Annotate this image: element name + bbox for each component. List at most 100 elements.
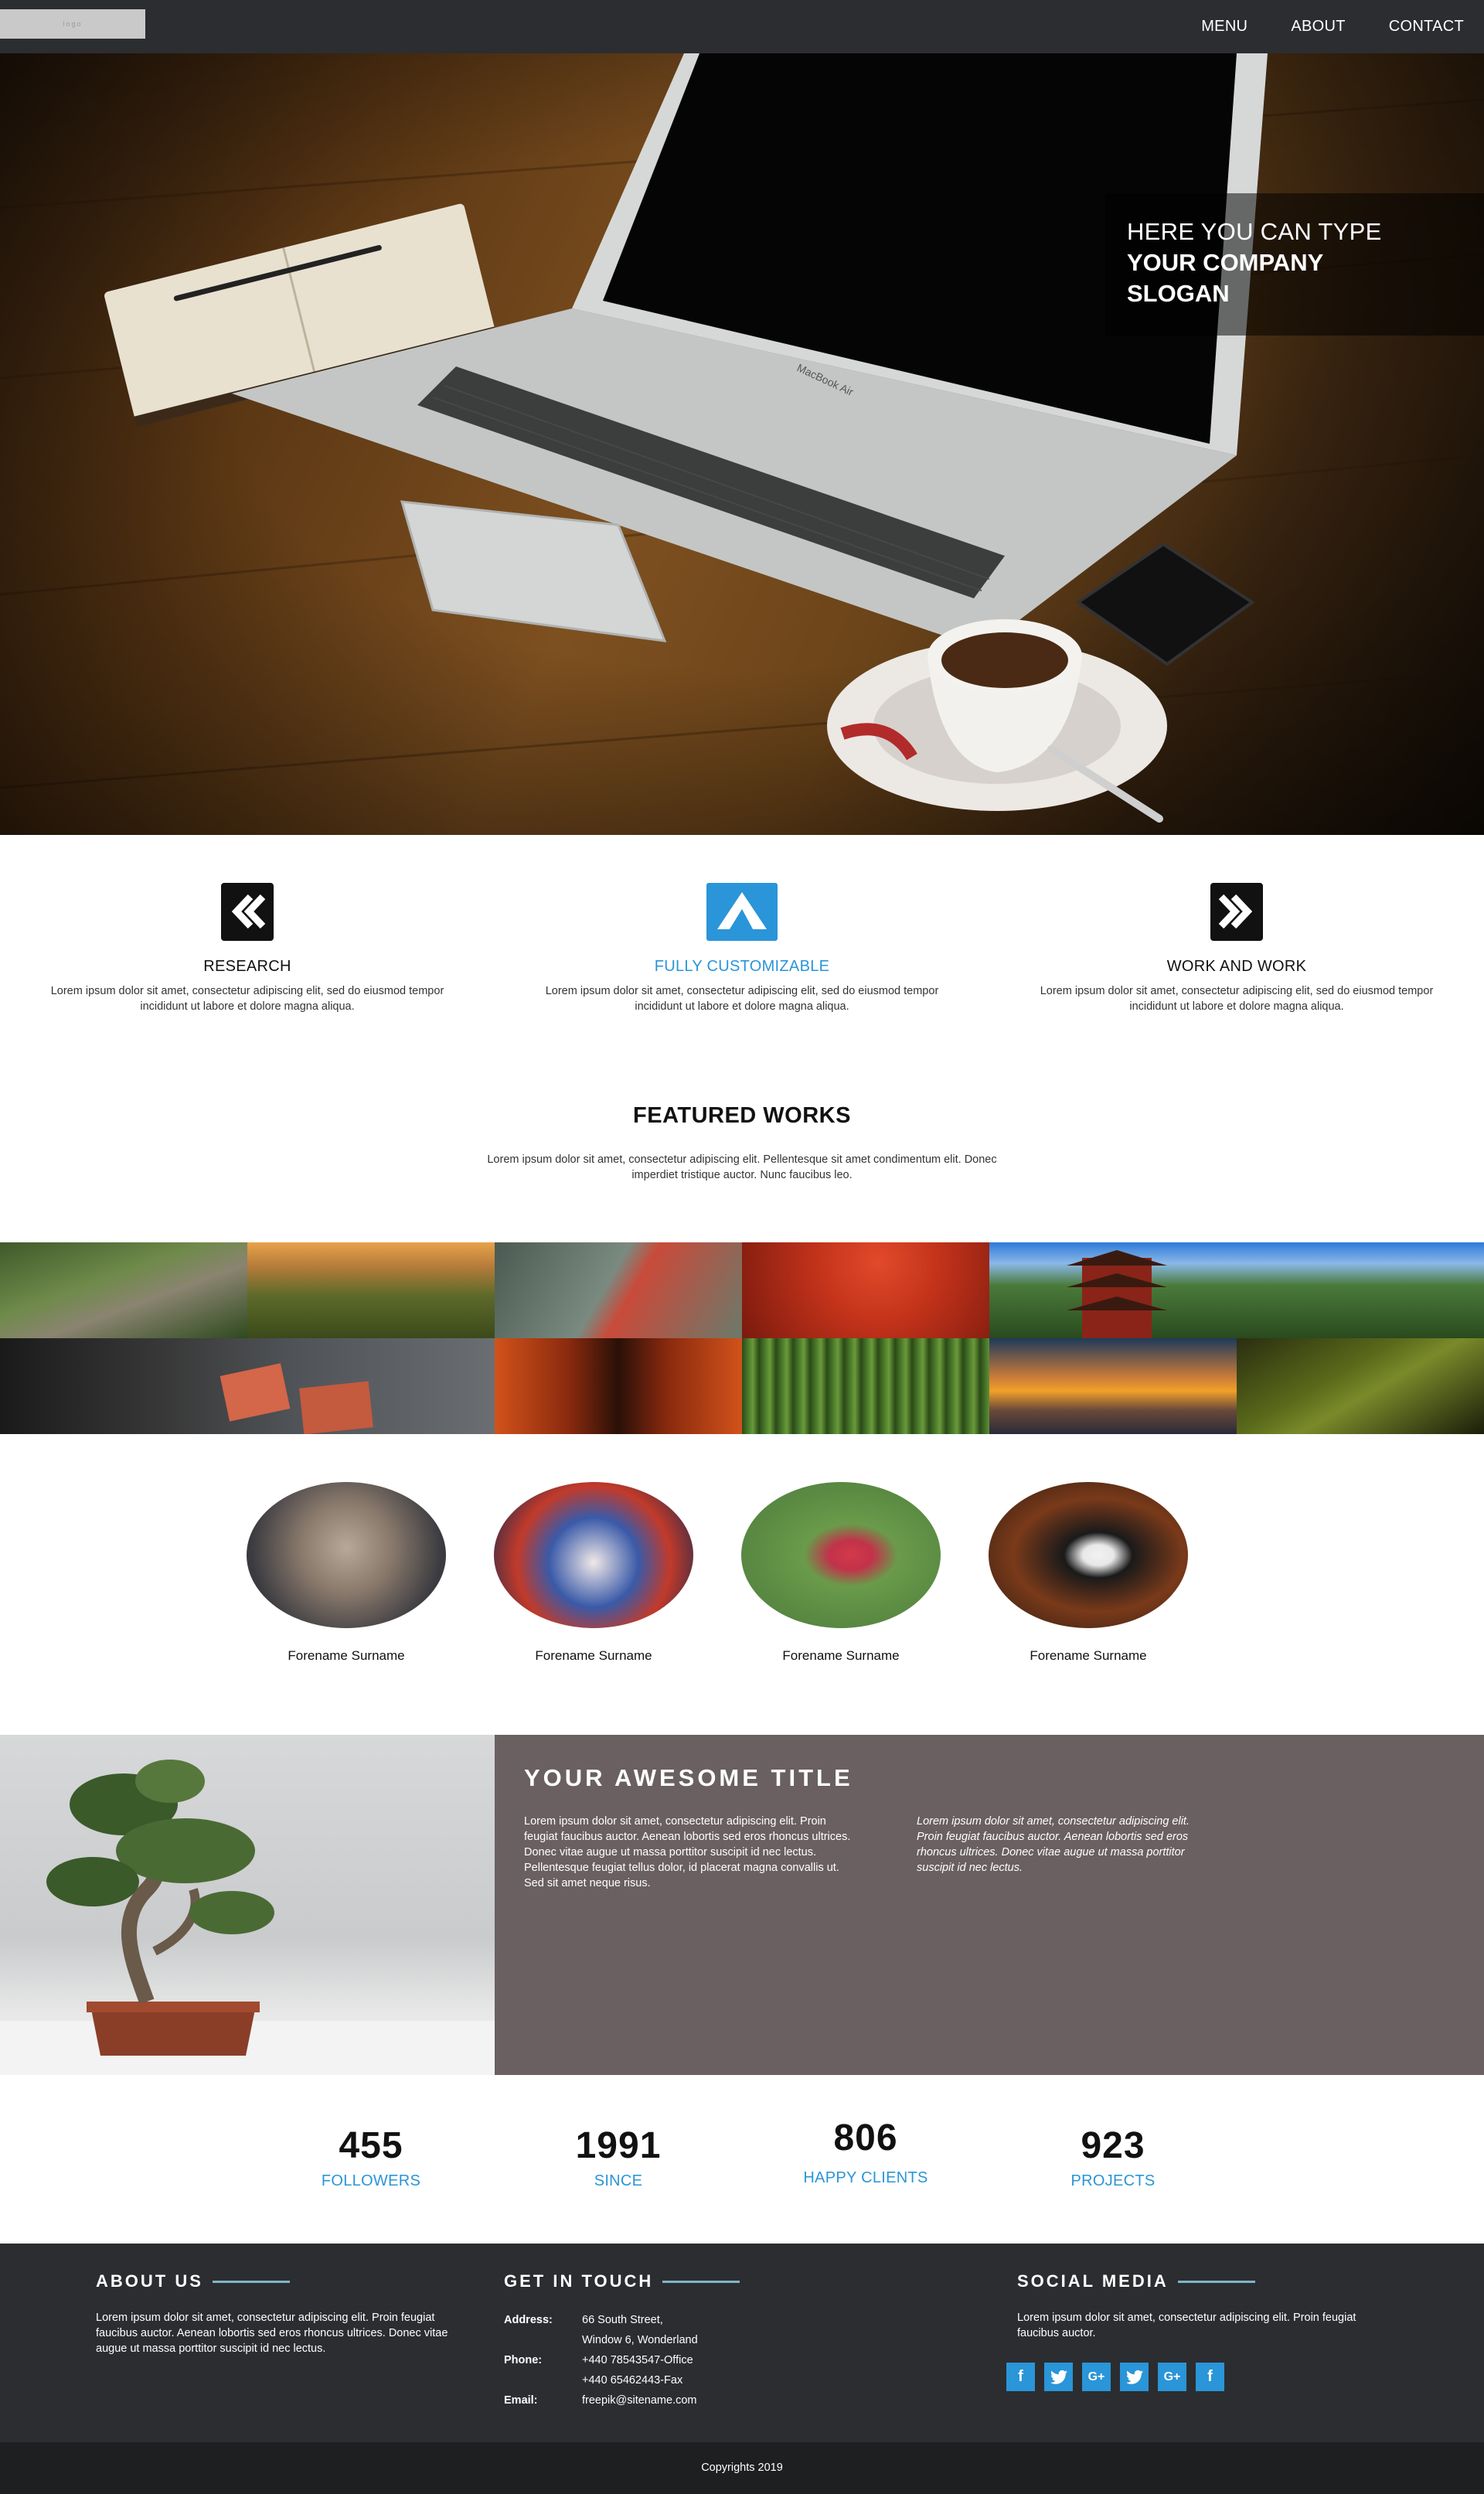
team-member: Forename Surname: [988, 1482, 1189, 1664]
twitter-icon[interactable]: [1120, 2363, 1149, 2391]
about-text-panel: YOUR AWESOME TITLE Lorem ipsum dolor sit…: [495, 1735, 1484, 2075]
nav-link-menu[interactable]: MENU: [1201, 18, 1247, 36]
email-link[interactable]: freepik@sitename.com: [582, 2390, 698, 2411]
copyright-bar: Copyrights 2019: [0, 2442, 1484, 2494]
email-label: Email:: [504, 2394, 538, 2407]
feature-title: FULLY CUSTOMIZABLE: [654, 958, 830, 975]
gallery-tile-stairs-forest[interactable]: [1237, 1338, 1484, 1434]
team-member: Forename Surname: [246, 1482, 447, 1664]
footer-about-text: Lorem ipsum dolor sit amet, consectetur …: [96, 2312, 448, 2355]
slogan-line-2: YOUR COMPANY: [1127, 249, 1324, 276]
top-navbar: logo MENU ABOUT CONTACT: [0, 0, 1484, 53]
facebook-icon[interactable]: f: [1006, 2363, 1035, 2391]
gallery-tile-forest-bridge[interactable]: [0, 1242, 247, 1338]
features-section: RESEARCH Lorem ipsum dolor sit amet, con…: [0, 835, 1484, 1067]
site-logo[interactable]: logo: [0, 9, 145, 39]
stat-label: HAPPY CLIENTS: [803, 2169, 928, 2186]
copyright-text: Copyrights 2019: [701, 2462, 783, 2474]
stat-since: 1991 SINCE: [495, 2123, 742, 2190]
title-underline: [662, 2280, 740, 2283]
phone-fax: +440 65462443-Fax: [582, 2374, 683, 2387]
title-underline: [1177, 2280, 1255, 2283]
address-line-1: 66 South Street,: [582, 2314, 663, 2326]
stat-value: 806: [833, 2118, 898, 2158]
footer-about: ABOUT US Lorem ipsum dolor sit amet, con…: [96, 2271, 467, 2356]
footer-about-title: ABOUT US: [96, 2271, 203, 2291]
phone-office[interactable]: +440 78543547-Office: [582, 2350, 698, 2370]
gallery-tile-bamboo[interactable]: [742, 1338, 989, 1434]
about-column-2: Lorem ipsum dolor sit amet, consectetur …: [917, 1815, 1190, 1874]
stat-value: 923: [1081, 2125, 1145, 2166]
facebook-icon[interactable]: f: [1196, 2363, 1224, 2391]
pagoda-shape: [1067, 1250, 1167, 1338]
avatar[interactable]: [989, 1482, 1188, 1628]
avatar[interactable]: [741, 1482, 941, 1628]
stat-followers: 455 FOLLOWERS: [247, 2123, 495, 2190]
double-chevron-right-icon: [1210, 883, 1263, 941]
stat-value: 455: [339, 2125, 403, 2166]
logo-text: logo: [63, 20, 83, 28]
member-name: Forename Surname: [1030, 1648, 1147, 1663]
gallery-tile-terraces[interactable]: [247, 1242, 495, 1338]
stat-happy-clients: 806 HAPPY CLIENTS: [742, 2115, 989, 2187]
nav-menu: MENU ABOUT CONTACT: [1201, 0, 1464, 53]
phone-label: Phone:: [504, 2354, 543, 2366]
google-plus-icon[interactable]: G+: [1082, 2363, 1111, 2391]
team-section: Forename Surname Forename Surname Forena…: [246, 1482, 1235, 1668]
bonsai-shape: [0, 1760, 495, 2075]
feature-research: RESEARCH Lorem ipsum dolor sit amet, con…: [15, 883, 479, 1014]
member-name: Forename Surname: [288, 1648, 405, 1663]
slogan-line-3: SLOGAN: [1127, 280, 1230, 307]
featured-works-title: FEATURED WORKS: [633, 1103, 851, 1128]
feature-title: WORK AND WORK: [1166, 958, 1307, 975]
gallery-tile-torii[interactable]: [495, 1338, 742, 1434]
about-column-1: Lorem ipsum dolor sit amet, consectetur …: [524, 1815, 851, 1889]
about-split-section: YOUR AWESOME TITLE Lorem ipsum dolor sit…: [0, 1735, 1484, 2075]
team-member: Forename Surname: [493, 1482, 694, 1664]
stat-value: 1991: [575, 2125, 662, 2166]
twitter-icon[interactable]: [1044, 2363, 1073, 2391]
contact-table: Address: 66 South Street, Window 6, Wonde…: [504, 2310, 698, 2411]
gallery-tile-pagoda[interactable]: [989, 1242, 1484, 1338]
footer-touch-title: GET IN TOUCH: [504, 2271, 654, 2291]
feature-title: RESEARCH: [203, 958, 291, 975]
feature-text: Lorem ipsum dolor sit amet, consectetur …: [50, 985, 444, 1013]
hero-slogan-box: HERE YOU CAN TYPE YOUR COMPANY SLOGAN: [1105, 193, 1484, 336]
about-title: YOUR AWESOME TITLE: [524, 1764, 853, 1791]
stat-label: FOLLOWERS: [321, 2172, 421, 2189]
gallery-tile-kimono-umbrella[interactable]: [495, 1242, 742, 1338]
footer: ABOUT US Lorem ipsum dolor sit amet, con…: [0, 2244, 1484, 2442]
hero-image: MacBook Air: [0, 53, 1484, 835]
footer-social-title: SOCIAL MEDIA: [1017, 2271, 1169, 2291]
featured-works-subtitle: Lorem ipsum dolor sit amet, consectetur …: [487, 1153, 997, 1181]
gallery-tile-sunset-fuji[interactable]: [989, 1338, 1237, 1434]
slogan-line-1: HERE YOU CAN TYPE: [1127, 218, 1382, 245]
stats-section: 455 FOLLOWERS 1991 SINCE 806 HAPPY CLIEN…: [0, 2075, 1484, 2244]
works-gallery: [0, 1242, 1484, 1435]
nav-link-about[interactable]: ABOUT: [1291, 18, 1345, 36]
double-chevron-left-icon: [221, 883, 274, 941]
team-member: Forename Surname: [740, 1482, 941, 1664]
feature-work: WORK AND WORK Lorem ipsum dolor sit amet…: [1005, 883, 1469, 1014]
address-label: Address:: [504, 2314, 553, 2326]
stat-label: PROJECTS: [1070, 2172, 1156, 2189]
address-line-2: Window 6, Wonderland: [582, 2334, 698, 2346]
gallery-tile-tea[interactable]: [0, 1338, 495, 1435]
tea-shape: [220, 1363, 373, 1435]
feature-text: Lorem ipsum dolor sit amet, consectetur …: [545, 985, 939, 1013]
social-icons: f G+ G+ f: [1006, 2363, 1224, 2391]
hero-banner: MacBook Air HERE YOU CAN TYPE YOUR COMPA…: [0, 53, 1484, 835]
avatar[interactable]: [247, 1482, 446, 1628]
footer-social-text: Lorem ipsum dolor sit amet, consectetur …: [1017, 2312, 1356, 2339]
member-name: Forename Surname: [535, 1648, 652, 1663]
stat-projects: 923 PROJECTS: [989, 2123, 1237, 2190]
feature-text: Lorem ipsum dolor sit amet, consectetur …: [1040, 985, 1434, 1013]
feature-customizable: FULLY CUSTOMIZABLE Lorem ipsum dolor sit…: [510, 883, 974, 1014]
gallery-tile-red-umbrella[interactable]: [742, 1242, 989, 1338]
paper-plane-icon: [706, 883, 778, 941]
nav-link-contact[interactable]: CONTACT: [1389, 18, 1464, 36]
avatar[interactable]: [494, 1482, 693, 1628]
google-plus-icon[interactable]: G+: [1158, 2363, 1186, 2391]
title-underline: [212, 2280, 290, 2283]
stat-label: SINCE: [594, 2172, 643, 2189]
